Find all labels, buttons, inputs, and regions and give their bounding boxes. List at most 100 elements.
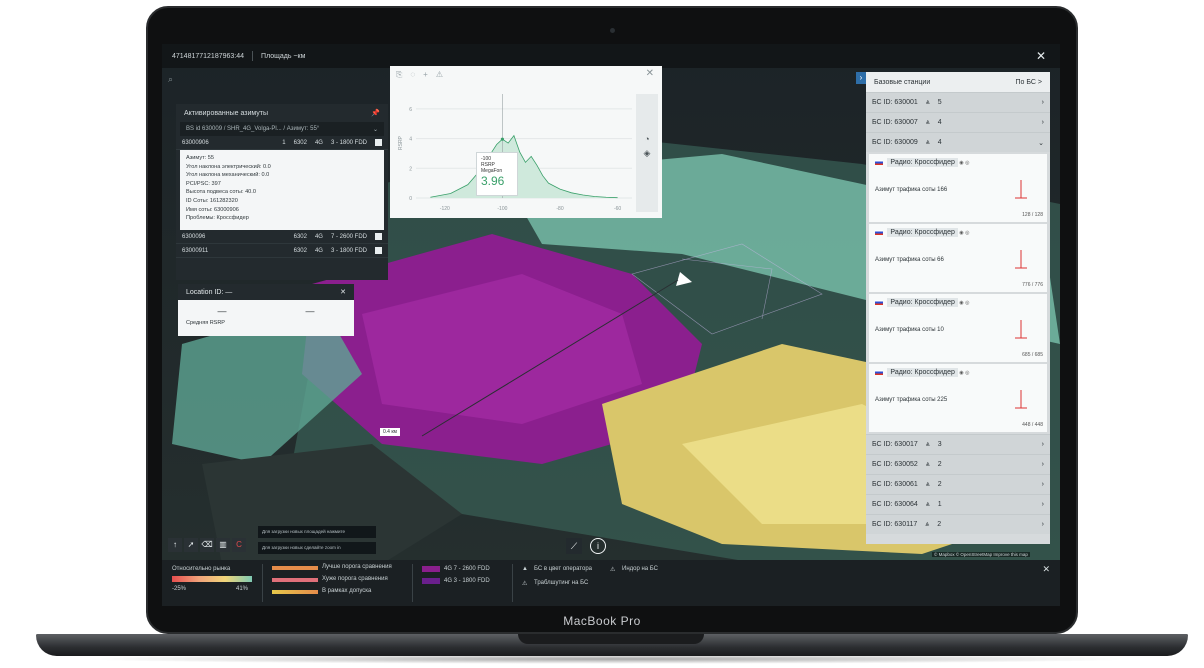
cell-row[interactable]: 63000906 1 6302 4G 3 - 1800 FDD [176, 136, 388, 150]
tower-icon: ⩓ [925, 440, 930, 448]
chevron-right-icon: › [1041, 461, 1044, 468]
map-attribution[interactable]: © Mapbox © OpenStreetMap Improve this ma… [932, 552, 1030, 557]
bs-id: БС ID: 630117 [872, 521, 918, 528]
cell-card[interactable]: Радио: Кроссфидер ◉ ◎ Азимут трафика сот… [869, 224, 1047, 292]
eraser-icon[interactable]: ⌫ [200, 538, 214, 552]
mic-icon[interactable]: ◌ [410, 70, 415, 80]
search-icon[interactable]: ⌕ [168, 74, 173, 85]
bs-id: БС ID: 630009 [872, 139, 918, 146]
base-stations-header: Базовые станции По БС > [866, 72, 1050, 92]
rsrp-distribution-chart: 6 4 2 0 -120 -100 -80 -60 RSRP [398, 94, 632, 212]
band2-swatch [422, 578, 440, 584]
close-icon[interactable]: ✕ [1042, 564, 1050, 575]
antenna-icon [1015, 390, 1027, 409]
card-title: Радио: Кроссфидер [887, 368, 958, 377]
eye-icon[interactable]: ◎ [965, 370, 969, 376]
cell-checkbox[interactable] [375, 233, 382, 240]
area-text: Площадь ~км [261, 52, 306, 60]
eye-icon[interactable]: ◎ [965, 230, 969, 236]
bs-id: БС ID: 630017 [872, 441, 918, 448]
azimuth-selector-value: BS id 630009 / SHR_4G_Volga-Pl... / Азим… [186, 126, 320, 132]
eye-icon[interactable]: ◎ [965, 160, 969, 166]
cursor-point [500, 137, 504, 141]
plus-icon[interactable]: + [423, 70, 428, 80]
info-line: Угол наклона механический: 0.0 [186, 172, 270, 179]
tower-icon: ⩓ [925, 118, 930, 126]
relative-gradient [172, 576, 252, 582]
legend-better: Лучше порога сравнения [322, 564, 392, 570]
base-stations-panel: Базовые станции По БС > БС ID: 630001 ⩓ … [866, 72, 1050, 544]
cell-checkbox[interactable] [375, 247, 382, 254]
azimuths-title: Активированные азимуты [184, 109, 269, 117]
pin-icon[interactable]: 📌 [371, 109, 380, 117]
warning-icon[interactable]: ⚠ [436, 70, 443, 80]
copy-icon[interactable]: ⎘ [396, 70, 402, 80]
eye-icon[interactable]: ◎ [965, 300, 969, 306]
bs-row[interactable]: БС ID: 630052 ⩓ 2 › [866, 454, 1050, 474]
card-count: 685 / 685 [1022, 352, 1043, 358]
bar-chart-icon[interactable]: ▥ [216, 538, 230, 552]
azimuth-selector[interactable]: BS id 630009 / SHR_4G_Volga-Pl... / Азим… [180, 122, 384, 136]
legend-troubleshoot: Траблшутинг на БС [534, 580, 589, 586]
load-hint[interactable]: Для загрузки новых площадей нажмите [258, 526, 376, 538]
cell-id: 6300096 [182, 233, 206, 240]
bs-row[interactable]: БС ID: 630017 ⩓ 3 › [866, 434, 1050, 454]
tooltip-value: 3.96 [481, 174, 505, 188]
card-title: Радио: Кроссфидер [887, 158, 958, 167]
info-icon[interactable]: i [590, 538, 606, 554]
y-axis-label: RSRP [398, 135, 404, 150]
band: 3 - 1800 FDD [330, 247, 367, 254]
bs-row[interactable]: БС ID: 630007 ⩓ 4 › [866, 112, 1050, 132]
range-max: 41% [236, 586, 249, 592]
refresh-icon[interactable]: C [232, 538, 246, 552]
bs-row[interactable]: БС ID: 630009 ⩓ 4 ⌄ [866, 132, 1050, 152]
location-icon[interactable]: ◉ [959, 230, 963, 236]
bs-id: БС ID: 630052 [872, 461, 918, 468]
cell-card[interactable]: Радио: Кроссфидер ◉ ◎ Азимут трафика сот… [869, 294, 1047, 362]
legend-band2: 4G 3 - 1800 FDD [444, 578, 490, 584]
arrow-up-icon[interactable]: ↑ [168, 538, 182, 552]
bs-row[interactable]: БС ID: 630117 ⩓ 2 › [866, 514, 1050, 534]
cell-row[interactable]: 63000911 6302 4G 3 - 1800 FDD [176, 244, 388, 258]
ruler-icon[interactable]: ⟋ [566, 538, 582, 554]
location-panel: Location ID: — ✕ — — Средняя RSRP [178, 284, 354, 336]
cursor-icon[interactable]: ➚ [184, 538, 198, 552]
bs-count: 2 [937, 461, 942, 468]
y-tick-label: 6 [409, 107, 412, 113]
range-min: -25% [172, 586, 187, 592]
cell-card[interactable]: Радио: Кроссфидер ◉ ◎ Азимут трафика сот… [869, 364, 1047, 432]
bs-count: 4 [937, 119, 942, 126]
pci: 6302 [293, 233, 307, 240]
location-icon[interactable]: ◉ [959, 160, 963, 166]
map-toolbar: ↑ ➚ ⌫ ▥ C [168, 538, 246, 554]
cell-checkbox[interactable] [375, 139, 382, 146]
location-icon[interactable]: ◉ [959, 300, 963, 306]
series-area [430, 135, 618, 198]
chevron-right-icon: › [1041, 119, 1044, 126]
location-icon[interactable]: ◉ [959, 370, 963, 376]
bs-row[interactable]: БС ID: 630061 ⩓ 2 › [866, 474, 1050, 494]
divider [512, 564, 513, 602]
band1-swatch [422, 566, 440, 572]
panel-collapse-button[interactable]: › [856, 72, 866, 84]
close-icon[interactable]: ✕ [646, 68, 654, 79]
bs-id: БС ID: 630064 [872, 501, 918, 508]
close-icon[interactable]: ✕ [340, 288, 346, 296]
gauge-icon[interactable]: ◔ [636, 134, 658, 144]
chart-toolbar: ⎘ ◌ + ⚠ [396, 70, 443, 80]
bs-row[interactable]: БС ID: 630064 ⩓ 1 › [866, 494, 1050, 514]
bs-row[interactable]: БС ID: 630001 ⩓ 5 › [866, 92, 1050, 112]
indoor-icon: ⚠ [610, 567, 616, 573]
pci: 6302 [293, 139, 307, 146]
cell-card[interactable]: Радио: Кроссфидер ◉ ◎ Азимут трафика сот… [869, 154, 1047, 222]
chevron-right-icon: › [1041, 99, 1044, 106]
bs-count: 2 [937, 481, 942, 488]
cell-row[interactable]: 6300096 6302 4G 7 - 2600 FDD [176, 230, 388, 244]
layers-icon[interactable]: ◈ [636, 148, 658, 159]
close-icon[interactable]: ✕ [1036, 49, 1046, 63]
tower-icon: ⩓ [925, 520, 930, 528]
x-tick-label: -80 [556, 206, 563, 212]
x-tick-label: -120 [440, 206, 450, 212]
by-bs-link[interactable]: По БС > [1016, 79, 1042, 86]
legend-bar: Относительно рынка -25% 41% Лучше порога… [162, 560, 1060, 606]
